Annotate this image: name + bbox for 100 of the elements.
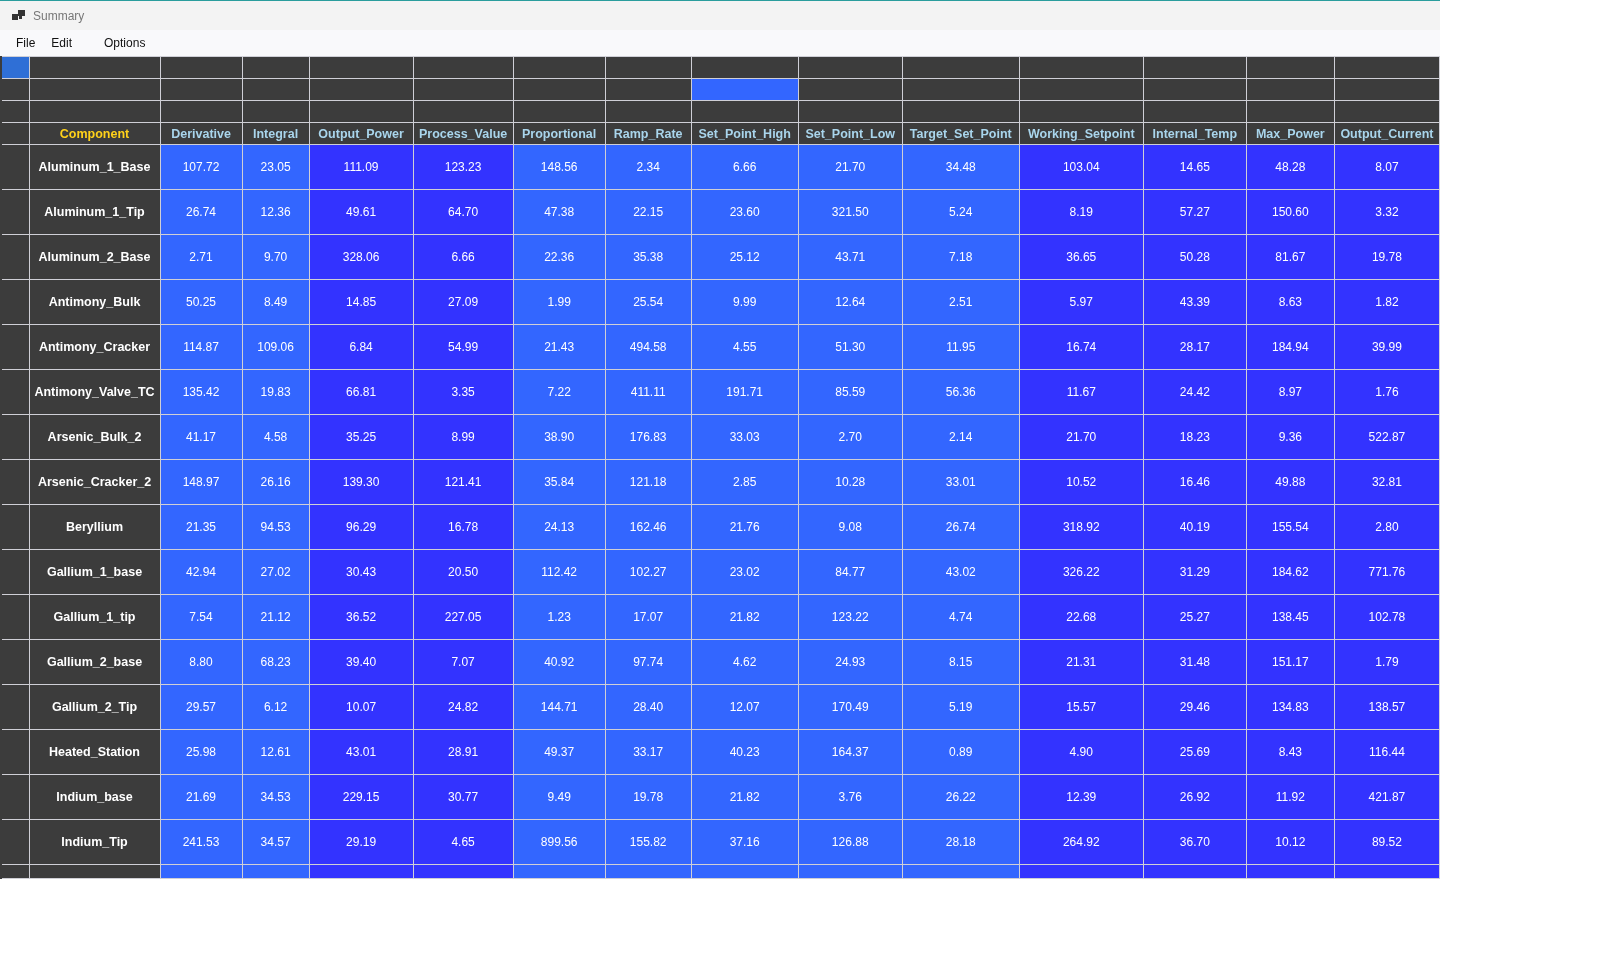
table-cell: 25.98	[160, 729, 243, 775]
table-cell: 36.52	[309, 594, 414, 640]
table-cell: 12.36	[242, 189, 310, 235]
component-name: Arsenic_Bulk_2	[29, 414, 161, 460]
row-selector[interactable]	[1, 78, 29, 101]
table-cell: 241.53	[160, 819, 243, 865]
table-cell: 50.25	[160, 279, 243, 325]
table-cell: 11.95	[902, 324, 1020, 370]
table-cell: 35.38	[605, 234, 692, 280]
table-cell: 2.14	[902, 414, 1020, 460]
table-cell: 10.07	[309, 684, 414, 730]
row-selector[interactable]	[1, 234, 29, 280]
component-name: Heated_Station	[29, 729, 161, 775]
table-cell: 123.22	[798, 594, 903, 640]
row-selector[interactable]	[1, 504, 29, 550]
component-name: Indium_base	[29, 774, 161, 820]
menu-item[interactable]: Options	[96, 36, 154, 50]
table-cell: 112.42	[513, 549, 606, 595]
table-cell: 12.39	[1019, 774, 1144, 820]
table-cell: 150.60	[1246, 189, 1335, 235]
table-cell: 134.83	[1246, 684, 1335, 730]
table-cell: 4.62	[691, 639, 799, 685]
window-title: Summary	[33, 8, 85, 23]
table-cell: 6.12	[242, 684, 310, 730]
component-name: Aluminum_1_Tip	[29, 189, 161, 235]
table-cell: 7.07	[413, 639, 514, 685]
row-selector[interactable]	[1, 459, 29, 505]
table-cell: 3.35	[413, 369, 514, 415]
row-selector[interactable]	[1, 279, 29, 325]
table-cell: 30.43	[309, 549, 414, 595]
table-cell: 49.61	[309, 189, 414, 235]
table-cell: 111.09	[309, 144, 414, 190]
table-cell: 34.57	[242, 819, 310, 865]
table-cell: 17.07	[605, 594, 692, 640]
table-cell: 8.97	[1246, 369, 1335, 415]
table-cell: 139.30	[309, 459, 414, 505]
table-cell: 318.92	[1019, 504, 1144, 550]
table-cell: 2.51	[902, 279, 1020, 325]
table-cell: 2.70	[798, 414, 903, 460]
row-selector[interactable]	[1, 122, 29, 145]
row-selector[interactable]	[1, 414, 29, 460]
table-cell: 25.27	[1143, 594, 1247, 640]
table-cell: 148.56	[513, 144, 606, 190]
table-cell: 7.54	[160, 594, 243, 640]
menu-item[interactable]: File	[8, 36, 44, 50]
table-cell: 38.90	[513, 414, 606, 460]
table-cell: 31.29	[1143, 549, 1247, 595]
table-cell: 43.01	[309, 729, 414, 775]
table-cell: 84.77	[798, 549, 903, 595]
table-cell: 326.22	[1019, 549, 1144, 595]
row-selector[interactable]	[1, 324, 29, 370]
table-cell: 21.70	[1019, 414, 1144, 460]
table-cell: 135.42	[160, 369, 243, 415]
table-cell: 66.81	[309, 369, 414, 415]
table-cell: 107.72	[160, 144, 243, 190]
component-name: Gallium_1_base	[29, 549, 161, 595]
table-cell: 522.87	[1334, 414, 1440, 460]
table-cell: 21.82	[691, 774, 799, 820]
table-cell: 4.65	[413, 819, 514, 865]
menu-item[interactable]: Edit	[43, 36, 81, 50]
table-cell: 28.91	[413, 729, 514, 775]
table-cell: 16.46	[1143, 459, 1247, 505]
table-cell: 57.27	[1143, 189, 1247, 235]
row-selector[interactable]	[1, 594, 29, 640]
table-cell: 6.84	[309, 324, 414, 370]
table-cell: 3.32	[1334, 189, 1440, 235]
table-cell: 89.52	[1334, 819, 1440, 865]
row-selector[interactable]	[1, 684, 29, 730]
row-selector[interactable]	[1, 189, 29, 235]
table-cell: 12.61	[242, 729, 310, 775]
table-cell: 32.81	[1334, 459, 1440, 505]
row-selector[interactable]	[1, 369, 29, 415]
table-cell: 21.31	[1019, 639, 1144, 685]
row-selector[interactable]	[1, 549, 29, 595]
table-cell: 1.82	[1334, 279, 1440, 325]
row-selector[interactable]	[1, 639, 29, 685]
table-cell: 162.46	[605, 504, 692, 550]
table-cell: 264.92	[1019, 819, 1144, 865]
table-cell: 170.49	[798, 684, 903, 730]
table-cell: 8.49	[242, 279, 310, 325]
table-cell: 184.94	[1246, 324, 1335, 370]
table-cell: 103.04	[1019, 144, 1144, 190]
row-selector[interactable]	[1, 729, 29, 775]
table-cell: 25.69	[1143, 729, 1247, 775]
row-selector[interactable]	[1, 819, 29, 865]
table-cell: 4.74	[902, 594, 1020, 640]
row-selector[interactable]	[1, 100, 29, 123]
table-cell: 9.70	[242, 234, 310, 280]
row-selector[interactable]	[1, 774, 29, 820]
table-cell: 155.54	[1246, 504, 1335, 550]
row-selector[interactable]	[1, 144, 29, 190]
table-cell: 29.46	[1143, 684, 1247, 730]
table-cell: 20.50	[413, 549, 514, 595]
table-cell: 26.22	[902, 774, 1020, 820]
component-name: Gallium_2_base	[29, 639, 161, 685]
table-cell: 164.37	[798, 729, 903, 775]
component-name: Antimony_Bulk	[29, 279, 161, 325]
table-cell: 227.05	[413, 594, 514, 640]
table-cell: 22.36	[513, 234, 606, 280]
corner-cell[interactable]	[1, 56, 29, 79]
